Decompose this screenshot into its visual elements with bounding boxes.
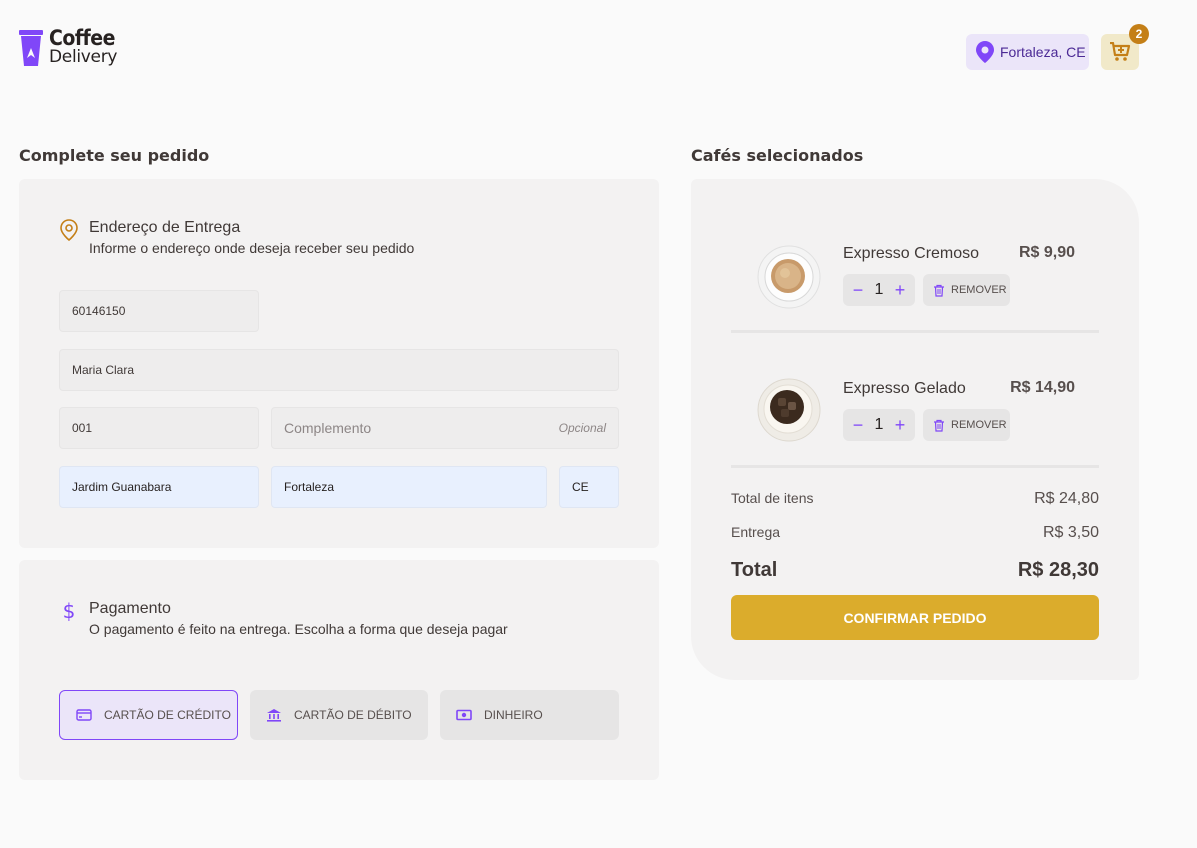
- logo-text: Coffee Delivery: [49, 26, 118, 68]
- items-total-label: Total de itens: [731, 490, 814, 506]
- cidade-field[interactable]: Fortaleza: [271, 466, 547, 508]
- optional-label: Opcional: [558, 421, 606, 435]
- credit-card-icon: [76, 709, 92, 721]
- complemento-placeholder: Complemento: [284, 420, 372, 436]
- cart-item: Expresso Cremoso R$ 9,90 − 1 + REMOVER: [731, 241, 1099, 321]
- address-heading: Endereço de Entrega: [89, 219, 241, 236]
- coffee-cremoso-image: [757, 245, 821, 309]
- cart-item: Expresso Gelado R$ 14,90 − 1 + REMOVER: [731, 376, 1099, 456]
- cep-field[interactable]: 60146150: [59, 290, 259, 332]
- delivery-value: R$ 3,50: [1042, 524, 1099, 541]
- complemento-field[interactable]: Complemento Opcional: [271, 407, 619, 449]
- minus-icon[interactable]: −: [851, 280, 865, 301]
- payment-subheading: O pagamento é feito na entrega. Escolha …: [89, 621, 508, 637]
- delivery-label: Entrega: [731, 524, 781, 540]
- bairro-field[interactable]: Jardim Guanabara: [59, 466, 259, 508]
- remove-button[interactable]: REMOVER: [923, 409, 1010, 441]
- logo-line2: Delivery: [49, 47, 118, 67]
- items-total-row: Total de itens R$ 24,80: [731, 490, 1099, 508]
- confirm-order-button[interactable]: CONFIRMAR PEDIDO: [731, 595, 1099, 640]
- item-divider: [731, 330, 1099, 333]
- quantity-value: 1: [874, 416, 884, 433]
- cart-panel: Expresso Cremoso R$ 9,90 − 1 + REMOVER E…: [691, 179, 1139, 680]
- remove-button[interactable]: REMOVER: [923, 274, 1010, 306]
- address-subheading: Informe o endereço onde deseja receber s…: [89, 240, 415, 256]
- coffee-cup-logo-icon: [19, 30, 43, 66]
- plus-icon[interactable]: +: [893, 415, 907, 436]
- item-divider: [731, 465, 1099, 468]
- payment-card: $ Pagamento O pagamento é feito na entre…: [19, 560, 659, 780]
- plus-icon[interactable]: +: [893, 280, 907, 301]
- map-pin-outline-icon: [60, 219, 78, 241]
- address-header: Endereço de Entrega Informe o endereço o…: [59, 219, 414, 256]
- location-text: Fortaleza, CE: [1000, 44, 1086, 60]
- total-label: Total: [731, 559, 778, 581]
- dollar-icon: $: [63, 600, 76, 622]
- payment-option-cash[interactable]: DINHEIRO: [440, 690, 619, 740]
- coffee-gelado-image: [757, 378, 821, 442]
- location-badge[interactable]: Fortaleza, CE: [966, 34, 1089, 70]
- numero-field[interactable]: 001: [59, 407, 259, 449]
- uf-field[interactable]: CE: [559, 466, 619, 508]
- total-value: R$ 28,30: [1017, 559, 1099, 581]
- payment-option-label: CARTÃO DE CRÉDITO: [104, 708, 231, 722]
- payment-option-credit[interactable]: CARTÃO DE CRÉDITO: [59, 690, 238, 740]
- logo-line1: Coffee: [49, 26, 115, 50]
- item-price: R$ 14,90: [1010, 379, 1075, 396]
- svg-text:$: $: [63, 600, 76, 622]
- payment-option-debit[interactable]: CARTÃO DE DÉBITO: [250, 690, 428, 740]
- items-total-value: R$ 24,80: [1034, 490, 1099, 507]
- cart-count-badge: 2: [1129, 24, 1149, 44]
- payment-heading: Pagamento: [89, 600, 171, 617]
- total-row: Total R$ 28,30: [731, 559, 1099, 582]
- logo[interactable]: Coffee Delivery: [19, 28, 117, 68]
- checkout-title: Complete seu pedido: [19, 146, 210, 165]
- remove-label: REMOVER: [951, 419, 1007, 431]
- money-icon: [456, 709, 472, 721]
- trash-icon: [934, 419, 944, 432]
- payment-header: $ Pagamento O pagamento é feito na entre…: [59, 600, 508, 637]
- payment-option-label: CARTÃO DE DÉBITO: [294, 708, 412, 722]
- bank-icon: [267, 709, 281, 722]
- quantity-value: 1: [874, 281, 884, 298]
- minus-icon[interactable]: −: [851, 415, 865, 436]
- cart-title: Cafés selecionados: [691, 146, 864, 165]
- quantity-stepper[interactable]: − 1 +: [843, 409, 915, 441]
- item-name: Expresso Gelado: [843, 380, 966, 397]
- remove-label: REMOVER: [951, 284, 1007, 296]
- quantity-stepper[interactable]: − 1 +: [843, 274, 915, 306]
- trash-icon: [934, 284, 944, 297]
- item-price: R$ 9,90: [1018, 244, 1075, 261]
- address-card: Endereço de Entrega Informe o endereço o…: [19, 179, 659, 548]
- shopping-cart-icon: [1110, 42, 1131, 61]
- item-name: Expresso Cremoso: [843, 245, 980, 262]
- map-pin-icon: [976, 41, 994, 63]
- delivery-row: Entrega R$ 3,50: [731, 524, 1099, 542]
- rua-field[interactable]: Maria Clara: [59, 349, 619, 391]
- payment-option-label: DINHEIRO: [484, 708, 543, 722]
